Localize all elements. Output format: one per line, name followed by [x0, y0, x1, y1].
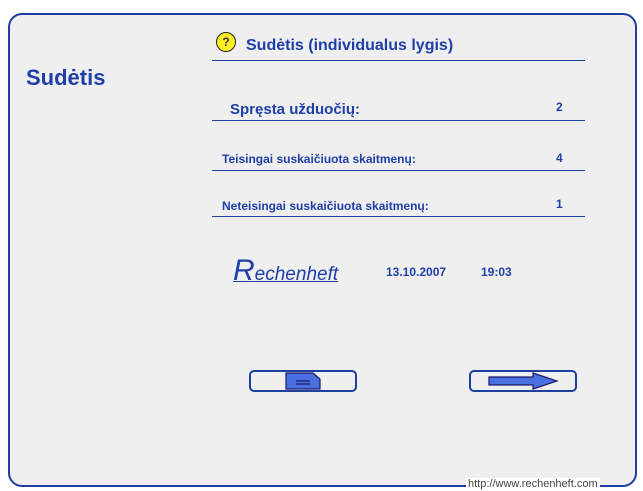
time-text: 19:03 [481, 265, 512, 279]
next-button[interactable] [469, 370, 577, 392]
stat-value-tasks: 2 [556, 100, 563, 114]
brand-rest: echenheft [254, 264, 339, 285]
header-title: Sudėtis (individualus lygis) [246, 37, 454, 54]
stat-value-incorrect: 1 [556, 197, 563, 211]
notes-button[interactable] [249, 370, 357, 392]
document-icon [285, 372, 321, 390]
stat-label-correct: Teisingai suskaičiuota skaitmenų: [222, 152, 416, 166]
arrow-right-icon [488, 372, 559, 390]
date-text: 13.10.2007 [386, 265, 447, 279]
stat-label-tasks: Spręsta užduočių: [230, 101, 361, 118]
header-divider [212, 60, 585, 61]
help-icon[interactable]: ? [216, 32, 236, 52]
stat-divider [212, 170, 585, 171]
brand-logo: Rechenheft [233, 254, 338, 288]
stat-divider [212, 120, 585, 121]
footer-url[interactable]: http://www.rechenheft.com [466, 478, 600, 490]
stat-value-correct: 4 [556, 151, 563, 165]
brand-initial: R [233, 254, 255, 287]
stat-label-incorrect: Neteisingai suskaičiuota skaitmenų: [222, 199, 429, 213]
stat-divider [212, 216, 585, 217]
page-title: Sudėtis [26, 65, 106, 90]
